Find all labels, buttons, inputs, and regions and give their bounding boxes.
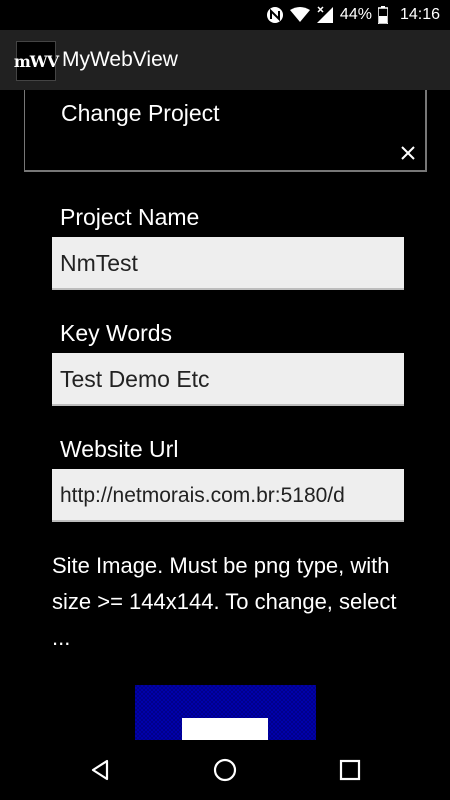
project-name-label: Project Name [60,204,200,230]
nfc-icon [266,6,284,24]
screen: 44% 14:16 mWV MyWebView Change Project P… [0,0,450,800]
site-image-preview[interactable] [135,685,316,741]
battery-icon [377,6,388,24]
key-words-label: Key Words [60,320,173,346]
site-image-inner [182,718,268,741]
recents-icon[interactable] [336,756,364,784]
clock: 14:16 [399,6,440,23]
wifi-icon [289,7,310,23]
website-url-label: Website Url [60,436,179,462]
app-bar: mWV MyWebView [0,30,450,90]
signal-icon [316,6,334,24]
status-icons: 44% 14:16 [266,0,440,30]
battery-percent: 44% [339,6,372,23]
site-image-description: Site Image. Must be png type, with size … [52,553,397,650]
website-url-field[interactable]: http://netmorais.com.br:5180/d [52,469,404,522]
app-logo: mWV [14,41,59,81]
home-icon[interactable] [211,756,239,784]
change-project-title: Change Project [61,100,220,126]
key-words-field[interactable]: Test Demo Etc [52,353,404,406]
status-bar: 44% 14:16 [0,0,450,30]
project-name-field[interactable]: NmTest [52,237,404,290]
close-icon[interactable] [399,144,417,162]
change-project-panel: Change Project [24,90,427,172]
app-title: MyWebView [62,48,178,71]
back-icon[interactable] [86,756,114,784]
nav-bar [0,740,450,800]
